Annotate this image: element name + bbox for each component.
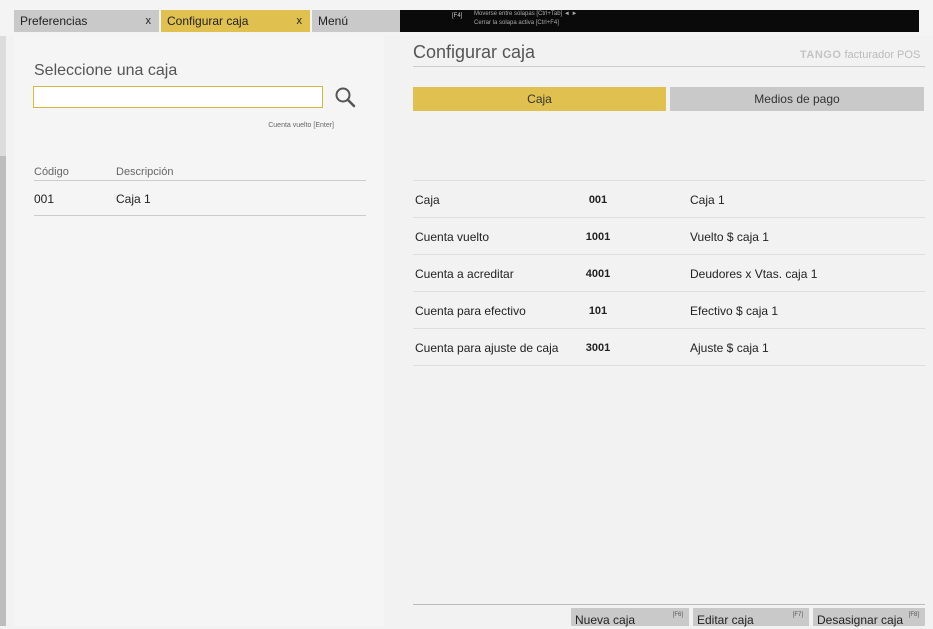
tab-medios-de-pago[interactable]: Medios de pago xyxy=(670,87,924,111)
field-row-cuenta-a-acreditar[interactable]: Cuenta a acreditar 4001 Deudores x Vtas.… xyxy=(413,255,925,292)
hint-line: Moverse entre solapas [Ctrl+Tab] ◄ ► xyxy=(474,11,578,17)
field-label: Cuenta para ajuste de caja xyxy=(415,341,559,355)
column-header-descripcion: Descripción xyxy=(116,166,174,178)
button-shortcut: [F8] xyxy=(908,612,919,618)
table-header: Código Descripción xyxy=(34,166,366,181)
field-description: Efectivo $ caja 1 xyxy=(690,304,779,318)
cell-description: Caja 1 xyxy=(116,192,151,206)
left-edge-bar xyxy=(0,36,6,626)
tab-menu[interactable]: Menú xyxy=(312,10,400,32)
tab-bar: Preferencias x Configurar caja x Menú [F… xyxy=(0,0,933,36)
title-divider xyxy=(413,66,925,67)
brand-name: TANGO xyxy=(800,49,842,61)
field-description: Caja 1 xyxy=(690,193,725,207)
page-title: Configurar caja xyxy=(413,42,536,62)
brand-logo: TANGO facturador POS xyxy=(800,49,920,61)
tab-label: Configurar caja xyxy=(167,14,249,28)
brand-product: facturador POS xyxy=(844,49,921,61)
tab-label: Preferencias xyxy=(20,14,88,28)
nueva-caja-button[interactable]: Nueva caja [F6] xyxy=(571,608,689,627)
button-label: Nueva caja xyxy=(575,613,636,627)
tab-configurar-caja[interactable]: Configurar caja x xyxy=(161,10,310,32)
field-code: 3001 xyxy=(585,342,611,354)
field-code: 001 xyxy=(588,194,608,206)
field-label: Cuenta vuelto xyxy=(415,230,490,244)
desasignar-caja-button[interactable]: Desasignar caja [F8] xyxy=(813,608,925,627)
field-row-caja[interactable]: Caja 001 Caja 1 xyxy=(413,181,925,218)
table-row[interactable]: 001 Caja 1 xyxy=(34,189,366,216)
column-header-codigo: Código xyxy=(34,166,69,178)
hint-key: [F4] xyxy=(452,13,463,19)
footer-divider xyxy=(413,604,925,605)
tab-label: Menú xyxy=(318,14,349,28)
field-row-cuenta-vuelto[interactable]: Cuenta vuelto 1001 Vuelto $ caja 1 xyxy=(413,218,925,255)
cell-code: 001 xyxy=(34,192,55,206)
field-label: Cuenta a acreditar xyxy=(415,267,514,281)
button-shortcut: [F7] xyxy=(792,612,803,618)
editar-caja-button[interactable]: Editar caja [F7] xyxy=(693,608,809,627)
field-code: 4001 xyxy=(585,268,611,280)
tab-caja[interactable]: Caja xyxy=(413,87,666,111)
field-label: Caja xyxy=(415,193,440,207)
button-shortcut: [F6] xyxy=(672,612,683,618)
field-description: Ajuste $ caja 1 xyxy=(690,341,769,355)
field-row-cuenta-para-efectivo[interactable]: Cuenta para efectivo 101 Efectivo $ caja… xyxy=(413,292,925,329)
close-tab-icon[interactable]: x xyxy=(146,10,152,32)
field-label: Cuenta para efectivo xyxy=(415,304,526,318)
tab-preferencias[interactable]: Preferencias x xyxy=(14,10,159,32)
button-label: Desasignar caja xyxy=(817,613,904,627)
search-hint: Cuenta vuelto [Enter] xyxy=(268,122,334,129)
keyboard-hint-bar: [F4] Moverse entre solapas [Ctrl+Tab] ◄ … xyxy=(400,10,919,32)
caja-selector-panel: Seleccione una caja Cuenta vuelto [Enter… xyxy=(14,36,384,626)
field-description: Deudores x Vtas. caja 1 xyxy=(690,267,818,281)
button-label: Editar caja xyxy=(697,613,754,627)
hint-line: Cerrar la solapa activa [Ctrl+F4] xyxy=(474,20,559,26)
search-input[interactable] xyxy=(33,86,323,108)
field-code: 101 xyxy=(588,305,608,317)
field-code: 1001 xyxy=(585,231,611,243)
field-row-cuenta-ajuste-de-caja[interactable]: Cuenta para ajuste de caja 3001 Ajuste $… xyxy=(413,329,925,366)
search-icon[interactable] xyxy=(333,85,357,109)
field-description: Vuelto $ caja 1 xyxy=(690,230,769,244)
edge-mark xyxy=(0,156,6,626)
panel-title: Seleccione una caja xyxy=(34,62,178,79)
close-tab-icon[interactable]: x xyxy=(297,10,303,32)
